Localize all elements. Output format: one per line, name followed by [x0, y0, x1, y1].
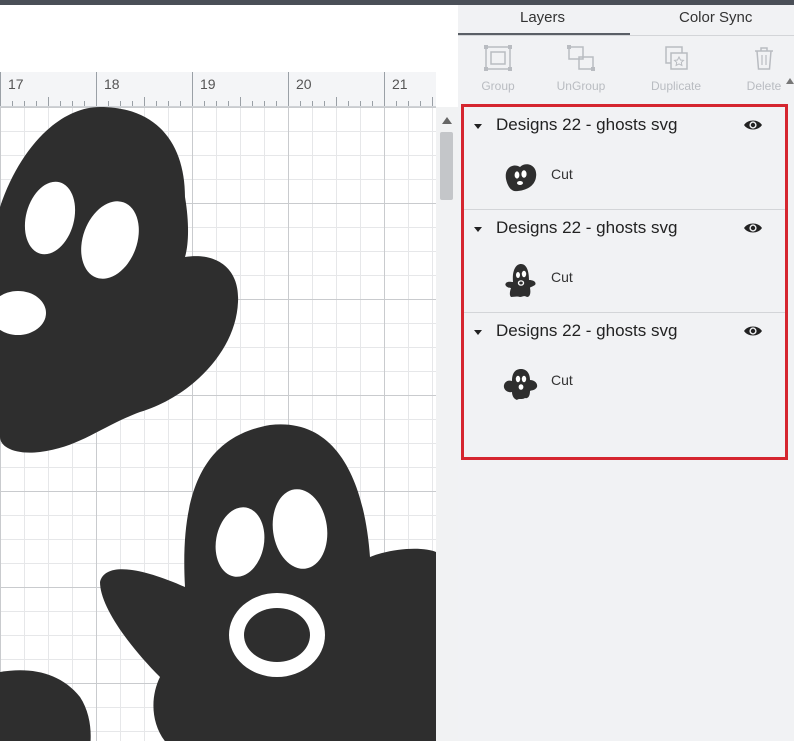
- visibility-eye-icon[interactable]: [743, 221, 763, 235]
- ruler-tick: [360, 101, 361, 106]
- ruler-tick: [336, 97, 337, 106]
- ruler-tick: [384, 72, 385, 106]
- group-button-label: Group: [481, 79, 515, 93]
- ghost-shape-partial[interactable]: [0, 670, 91, 741]
- ruler-tick: [216, 101, 217, 106]
- ruler-tick: [108, 101, 109, 106]
- ruler-tick: [252, 101, 253, 106]
- layer-operation: Cut: [551, 166, 573, 182]
- ruler-tick: [288, 72, 289, 106]
- duplicate-button-label: Duplicate: [650, 79, 702, 93]
- ghost-shape-top[interactable]: [0, 107, 239, 453]
- layer-group-name: Designs 22 - ghosts svg: [496, 218, 678, 237]
- visibility-eye-icon[interactable]: [743, 118, 763, 132]
- layer-group-name: Designs 22 - ghosts svg: [496, 115, 678, 134]
- panel-tabs: Layers Color Sync: [458, 5, 794, 35]
- group-button[interactable]: Group: [458, 37, 538, 93]
- layer-thumbnail[interactable]: [500, 363, 540, 403]
- design-canvas[interactable]: 17 18 19 20 21: [0, 5, 458, 741]
- delete-button-label: Delete: [746, 79, 782, 93]
- layer-thumbnail[interactable]: [500, 260, 540, 300]
- ruler-tick: [432, 97, 433, 106]
- duplicate-button[interactable]: Duplicate: [636, 37, 716, 93]
- ungroup-button[interactable]: UnGroup: [541, 37, 621, 93]
- ruler-tick: [420, 101, 421, 106]
- layer-operation: Cut: [551, 372, 573, 388]
- scroll-up-arrow-icon[interactable]: [442, 117, 452, 124]
- ruler-tick: [0, 72, 1, 106]
- ungroup-icon: [567, 45, 595, 71]
- trash-icon: [755, 47, 773, 70]
- ruler-tick: [144, 97, 145, 106]
- ruler-label: 17: [8, 76, 24, 92]
- ruler-tick: [228, 101, 229, 106]
- ruler-tick: [240, 97, 241, 106]
- ghost-shape-bottom[interactable]: [100, 424, 436, 741]
- ungroup-button-label: UnGroup: [556, 79, 606, 93]
- ruler-tick: [276, 101, 277, 106]
- ruler-label: 19: [200, 76, 216, 92]
- ruler-label: 21: [392, 76, 408, 92]
- ruler-tick: [300, 101, 301, 106]
- layer-group[interactable]: Designs 22 - ghosts svg Cut: [464, 210, 785, 313]
- ruler-tick: [24, 101, 25, 106]
- layer-operation: Cut: [551, 269, 573, 285]
- layers-list: Designs 22 - ghosts svg Cut Designs 22 -…: [461, 104, 788, 460]
- group-icon: [484, 45, 512, 71]
- ruler-tick: [72, 101, 73, 106]
- ruler-tick: [96, 72, 97, 106]
- ruler-tick: [132, 101, 133, 106]
- ruler-tick: [396, 101, 397, 106]
- vertical-scrollbar[interactable]: [436, 107, 458, 741]
- ruler-tick: [180, 101, 181, 106]
- ruler-tick: [192, 72, 193, 106]
- ruler-tick: [168, 101, 169, 106]
- visibility-eye-icon[interactable]: [743, 324, 763, 338]
- delete-button[interactable]: Delete: [724, 37, 794, 93]
- ruler-tick: [48, 97, 49, 106]
- ruler-tick: [60, 101, 61, 106]
- ghost-shapes[interactable]: [0, 107, 436, 741]
- ruler-label: 18: [104, 76, 120, 92]
- ruler-tick: [156, 101, 157, 106]
- ruler-tick: [36, 101, 37, 106]
- ruler-tick: [12, 101, 13, 106]
- scroll-thumb[interactable]: [440, 132, 453, 200]
- tab-divider: [458, 35, 794, 36]
- ruler-tick: [120, 101, 121, 106]
- layer-thumbnail[interactable]: [500, 157, 540, 197]
- ruler-tick: [324, 101, 325, 106]
- horizontal-ruler: 17 18 19 20 21: [0, 72, 436, 107]
- layer-group[interactable]: Designs 22 - ghosts svg Cut: [464, 107, 785, 210]
- ruler-tick: [348, 101, 349, 106]
- ruler-label: 20: [296, 76, 312, 92]
- tab-color-sync[interactable]: Color Sync: [679, 9, 752, 26]
- collapse-caret-icon[interactable]: [474, 330, 482, 335]
- ruler-tick: [264, 101, 265, 106]
- ruler-tick: [312, 101, 313, 106]
- ruler-tick: [204, 101, 205, 106]
- collapse-caret-icon[interactable]: [474, 124, 482, 129]
- layers-toolbar: Group UnGroup Duplicate Delete: [458, 37, 794, 101]
- tab-layers[interactable]: Layers: [520, 9, 565, 26]
- layers-panel: Layers Color Sync Group UnGroup Duplicat…: [458, 5, 794, 741]
- ruler-tick: [408, 101, 409, 106]
- layer-group[interactable]: Designs 22 - ghosts svg Cut: [464, 313, 785, 416]
- collapse-caret-icon[interactable]: [474, 227, 482, 232]
- ruler-tick: [84, 101, 85, 106]
- duplicate-icon: [665, 46, 688, 70]
- layer-group-name: Designs 22 - ghosts svg: [496, 321, 678, 340]
- ruler-tick: [372, 101, 373, 106]
